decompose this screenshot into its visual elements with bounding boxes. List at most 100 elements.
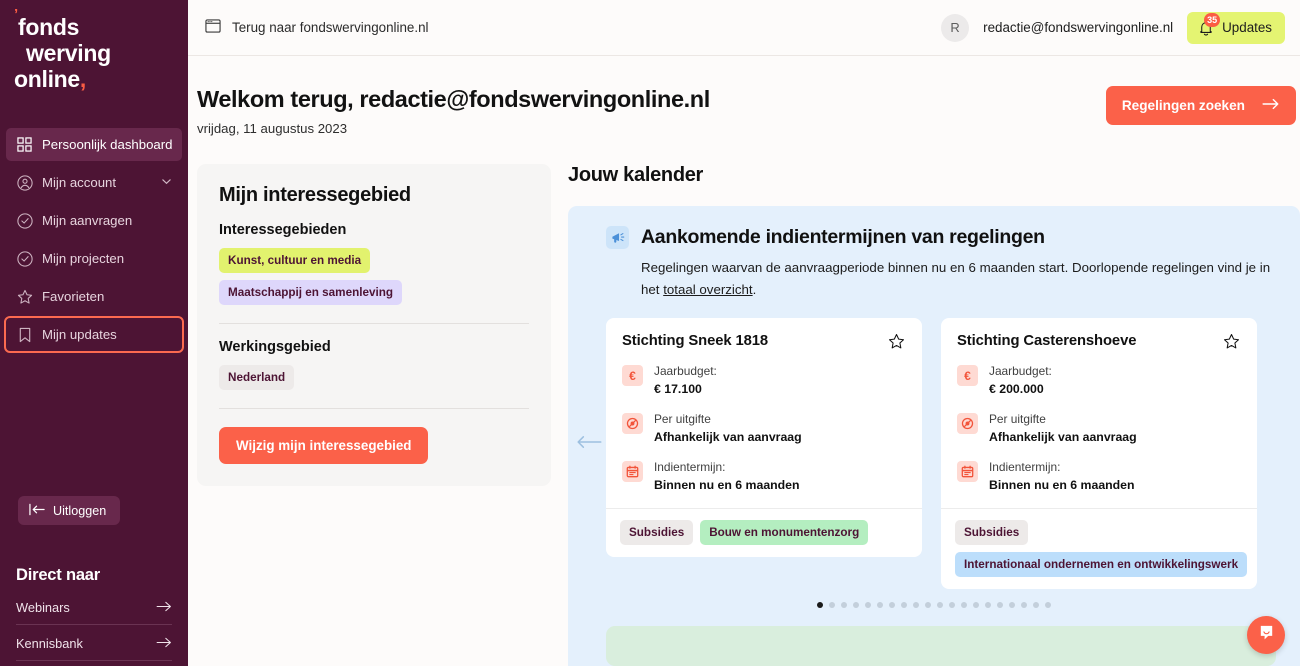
- carousel-dot[interactable]: [841, 602, 847, 608]
- carousel-dot[interactable]: [997, 602, 1003, 608]
- user-email: redactie@fondswervingonline.nl: [983, 20, 1174, 35]
- panel-title: Aankomende indientermijnen van regelinge…: [641, 226, 1045, 248]
- regulation-title: Stichting Sneek 1818: [622, 333, 769, 349]
- carousel-dot[interactable]: [1009, 602, 1015, 608]
- search-regulations-button[interactable]: Regelingen zoeken: [1105, 86, 1296, 125]
- calendar-section: Jouw kalender Aankomende indientermijnen…: [568, 164, 1300, 666]
- carousel-dot[interactable]: [973, 602, 979, 608]
- brand-line-2: werving: [26, 40, 111, 66]
- sidebar-item-mijn-account[interactable]: Mijn account: [6, 166, 182, 199]
- logout-button[interactable]: Uitloggen: [18, 496, 121, 525]
- regulation-detail-row: Per uitgifte Afhankelijk van aanvraag: [957, 412, 1241, 445]
- panel-title-row: Aankomende indientermijnen van regelinge…: [606, 226, 1276, 249]
- back-to-site-link[interactable]: Terug naar fondswervingonline.nl: [205, 18, 429, 37]
- brand-tick-icon: ’: [14, 6, 18, 23]
- regulation-card-header: Stichting Sneek 1818: [606, 333, 922, 350]
- carousel-prev-button[interactable]: [576, 434, 602, 450]
- calendar-icon: [622, 461, 643, 482]
- direct-links-section: Direct naar Webinars Kennisbank Veelgest…: [0, 549, 188, 666]
- interest-chip[interactable]: Kunst, cultuur en media: [219, 248, 371, 273]
- regulation-tag[interactable]: Subsidies: [955, 520, 1029, 545]
- detail-label: Per uitgifte: [654, 412, 711, 426]
- carousel-dot[interactable]: [853, 602, 859, 608]
- chat-bubble-button[interactable]: [1247, 616, 1285, 654]
- current-date: vrijdag, 11 augustus 2023: [197, 121, 348, 136]
- detail-label: Per uitgifte: [989, 412, 1046, 426]
- panel-description: Regelingen waarvan de aanvraagperiode bi…: [641, 257, 1276, 301]
- chevron-down-icon[interactable]: [161, 175, 172, 190]
- carousel-dot[interactable]: [985, 602, 991, 608]
- total-overview-link[interactable]: totaal overzicht: [663, 282, 752, 297]
- carousel-dot[interactable]: [925, 602, 931, 608]
- panel-desc-text-2: .: [752, 282, 757, 297]
- detail-label: Jaarbudget:: [989, 364, 1052, 378]
- updates-button[interactable]: 35 Updates: [1187, 11, 1285, 44]
- work-chip[interactable]: Nederland: [219, 365, 295, 390]
- regulation-tag[interactable]: Subsidies: [620, 520, 694, 545]
- carousel-dot[interactable]: [949, 602, 955, 608]
- carousel-dot[interactable]: [1045, 602, 1051, 608]
- favorite-star-icon[interactable]: [1223, 333, 1240, 350]
- regulation-card[interactable]: Stichting Casterenshoeve € Jaarbudget: €…: [941, 318, 1257, 589]
- euro-icon: €: [622, 365, 643, 386]
- carousel-dot[interactable]: [865, 602, 871, 608]
- detail-value: Afhankelijk van aanvraag: [654, 430, 802, 444]
- favorite-star-icon[interactable]: [888, 333, 905, 350]
- carousel-dot[interactable]: [913, 602, 919, 608]
- sidebar-item-persoonlijk-dashboard[interactable]: Persoonlijk dashboard: [6, 128, 182, 161]
- carousel-dot[interactable]: [877, 602, 883, 608]
- sidebar-item-label: Mijn projecten: [42, 251, 125, 266]
- interest-chip[interactable]: Maatschappij en samenleving: [219, 280, 402, 305]
- upcoming-deadlines-panel: Aankomende indientermijnen van regelinge…: [568, 206, 1300, 666]
- arrow-right-icon: [156, 636, 172, 651]
- page-title: Welkom terug, redactie@fondswervingonlin…: [197, 86, 710, 112]
- sidebar-item-mijn-projecten[interactable]: Mijn projecten: [6, 242, 182, 275]
- card-divider: [219, 408, 529, 409]
- detail-label: Indientermijn:: [989, 460, 1061, 474]
- regulation-tag[interactable]: Internationaal ondernemen en ontwikkelin…: [955, 552, 1248, 577]
- megaphone-icon: [606, 226, 629, 249]
- direct-link-label: Kennisbank: [16, 636, 83, 651]
- carousel-dot[interactable]: [937, 602, 943, 608]
- carousel-dot[interactable]: [1021, 602, 1027, 608]
- regulation-detail-row: € Jaarbudget: € 17.100: [622, 364, 906, 397]
- carousel-dot[interactable]: [901, 602, 907, 608]
- regulation-card[interactable]: Stichting Sneek 1818 € Jaarbudget: € 17.…: [606, 318, 922, 557]
- calendar-title: Jouw kalender: [568, 164, 704, 186]
- sidebar-item-mijn-updates[interactable]: Mijn updates: [4, 316, 184, 353]
- welcome-text: Welkom terug, redactie@fondswervingonlin…: [188, 86, 710, 136]
- chat-bubble-icon: [1257, 623, 1276, 647]
- carousel-dot[interactable]: [889, 602, 895, 608]
- logout-label: Uitloggen: [53, 503, 107, 518]
- direct-link-kennisbank[interactable]: Kennisbank: [16, 634, 172, 661]
- user-circle-icon: [16, 174, 33, 191]
- interest-areas-heading: Interessegebieden: [219, 222, 347, 238]
- euro-icon: €: [957, 365, 978, 386]
- avatar[interactable]: R: [941, 13, 970, 42]
- bell-icon: 35: [1197, 12, 1221, 37]
- detail-label: Jaarbudget:: [654, 364, 717, 378]
- regulation-details: € Jaarbudget: € 17.100 Per uitgifte Afha…: [606, 350, 922, 493]
- brand-comma: ,: [79, 66, 87, 92]
- regulation-detail-row: € Jaarbudget: € 200.000: [957, 364, 1241, 397]
- app-root: ’ fonds werving online, Persoonlijk dash…: [0, 0, 1300, 666]
- direct-link-webinars[interactable]: Webinars: [16, 598, 172, 625]
- carousel-dot[interactable]: [817, 602, 823, 608]
- sidebar-item-favorieten[interactable]: Favorieten: [6, 280, 182, 313]
- regulation-card-header: Stichting Casterenshoeve: [941, 333, 1257, 350]
- regulation-tag[interactable]: Bouw en monumentenzorg: [700, 520, 869, 545]
- check-circle-icon: [16, 212, 33, 229]
- logout-icon: [29, 503, 45, 519]
- brand-logo[interactable]: ’ fonds werving online,: [0, 0, 188, 92]
- logout-area: Uitloggen: [0, 496, 188, 525]
- updates-label: Updates: [1222, 20, 1272, 35]
- carousel-dot[interactable]: [961, 602, 967, 608]
- edit-interest-button[interactable]: Wijzig mijn interessegebied: [219, 427, 429, 464]
- arrow-right-icon: [1262, 98, 1280, 113]
- brand-line-1: fonds: [18, 14, 80, 40]
- sidebar-item-mijn-aanvragen[interactable]: Mijn aanvragen: [6, 204, 182, 237]
- direct-link-label: Webinars: [16, 600, 70, 615]
- sidebar-item-label: Mijn aanvragen: [42, 213, 133, 228]
- carousel-dot[interactable]: [829, 602, 835, 608]
- carousel-dot[interactable]: [1033, 602, 1039, 608]
